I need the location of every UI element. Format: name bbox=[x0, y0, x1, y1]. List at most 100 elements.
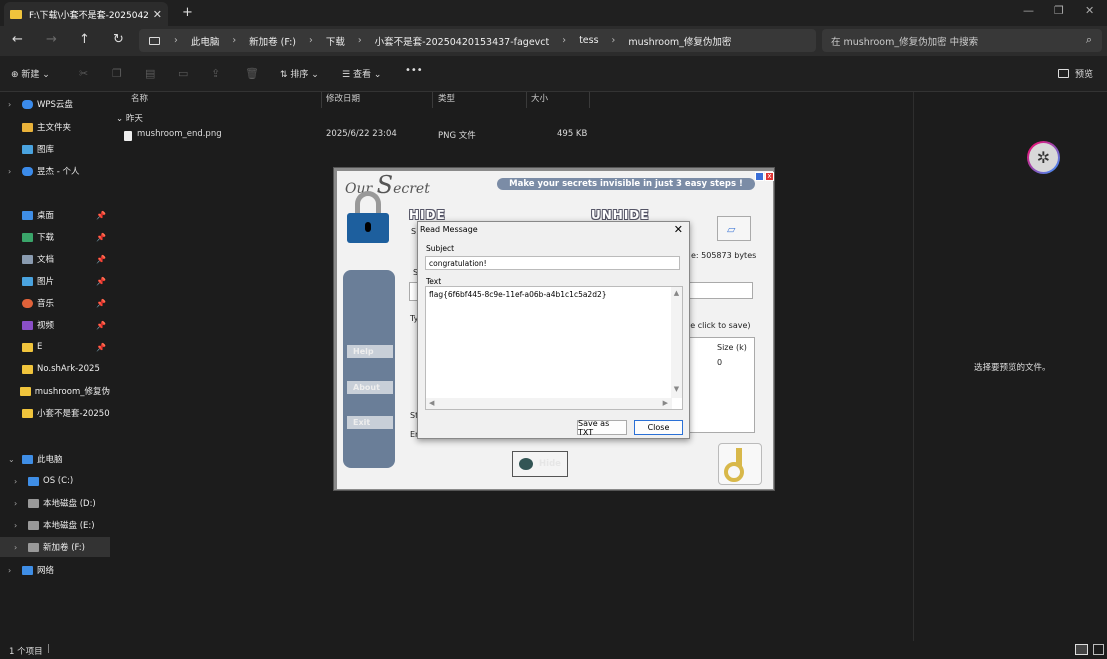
sidebar-item-downloads[interactable]: 下载 📌 bbox=[0, 227, 110, 247]
chevron-right-icon[interactable]: › bbox=[8, 100, 18, 109]
hide-button[interactable]: Hide bbox=[512, 451, 568, 477]
breadcrumb-current-folder[interactable]: mushroom_修复伪加密 bbox=[628, 34, 731, 48]
sidebar-item-music[interactable]: 音乐 📌 bbox=[0, 293, 110, 313]
sidebar-item-desktop[interactable]: 桌面 📌 bbox=[0, 205, 110, 225]
breadcrumb-this-pc[interactable]: 此电脑 bbox=[191, 34, 220, 48]
scroll-right-icon[interactable]: ▶ bbox=[663, 399, 668, 407]
tab-close-icon[interactable]: ✕ bbox=[153, 8, 162, 21]
column-header-type[interactable]: 类型 bbox=[438, 92, 455, 104]
column-header-name[interactable]: 名称 bbox=[131, 92, 148, 104]
tiles-view-icon[interactable] bbox=[1093, 644, 1104, 655]
sidebar-item-documents[interactable]: 文档 📌 bbox=[0, 249, 110, 269]
details-view-icon[interactable] bbox=[1075, 644, 1088, 655]
vertical-scrollbar[interactable]: ▲ ▼ bbox=[671, 287, 682, 398]
subject-field[interactable]: congratulation! bbox=[425, 256, 680, 270]
avatar[interactable]: ✲ bbox=[1027, 141, 1060, 174]
up-button[interactable]: ↑ bbox=[79, 32, 90, 47]
rename-icon[interactable]: ▭ bbox=[178, 67, 188, 80]
forward-button[interactable]: → bbox=[46, 32, 57, 47]
more-options-button[interactable]: ••• bbox=[405, 65, 423, 76]
view-button[interactable]: ☰ 查看 ⌄ bbox=[342, 67, 381, 80]
maximize-button[interactable]: ❐ bbox=[1054, 4, 1064, 17]
breadcrumb-project-folder[interactable]: 小套不是套-20250420153437-fagevct bbox=[375, 34, 550, 48]
sidebar-item-shark[interactable]: No.shArk-2025 bbox=[0, 359, 110, 379]
sidebar-item-wps-cloud[interactable]: › WPS云盘 bbox=[0, 94, 110, 114]
sidebar-item-onedrive[interactable]: › 昱杰 - 个人 bbox=[0, 161, 110, 181]
sidebar-item-drive-f[interactable]: › 新加卷 (F:) bbox=[0, 537, 110, 557]
folder-icon: ▱ bbox=[727, 223, 736, 236]
message-text-area[interactable]: flag{6f6bf445-8c9e-11ef-a06b-a4b1c1c5a2d… bbox=[425, 286, 683, 410]
sidebar-item-drive-c[interactable]: › OS (C:) bbox=[0, 471, 110, 491]
sidebar-item-videos[interactable]: 视频 📌 bbox=[0, 315, 110, 335]
address-bar[interactable]: › 此电脑 › 新加卷 (F:) › 下载 › 小套不是套-2025042015… bbox=[139, 29, 816, 52]
paste-icon[interactable]: ▤ bbox=[145, 67, 155, 80]
close-window-button[interactable]: ✕ bbox=[1085, 4, 1094, 17]
horizontal-scrollbar[interactable]: ◀ ▶ bbox=[426, 398, 672, 409]
scroll-left-icon[interactable]: ◀ bbox=[429, 399, 434, 407]
drive-icon bbox=[28, 498, 39, 508]
breadcrumb-tess[interactable]: tess bbox=[579, 35, 598, 46]
sidebar-item-this-pc[interactable]: ⌄ 此电脑 bbox=[0, 449, 110, 469]
minimize-button[interactable]: — bbox=[1023, 4, 1034, 17]
chevron-right-icon[interactable]: › bbox=[14, 477, 24, 486]
copy-icon[interactable]: ❐ bbox=[112, 67, 122, 80]
scroll-down-icon[interactable]: ▼ bbox=[671, 385, 682, 393]
output-field[interactable] bbox=[689, 282, 753, 299]
refresh-button[interactable]: ↻ bbox=[113, 32, 124, 47]
back-button[interactable]: ← bbox=[12, 32, 23, 47]
navigation-pane: › WPS云盘 主文件夹 图库 › 昱杰 - 个人 桌面 📌 下载 📌 文档 📌 图片 📌 … bbox=[0, 92, 110, 641]
new-button[interactable]: ⊕ 新建 ⌄ bbox=[11, 67, 50, 80]
chevron-down-icon[interactable]: ⌄ bbox=[8, 455, 18, 464]
scroll-up-icon[interactable]: ▲ bbox=[671, 289, 682, 297]
chevron-right-icon[interactable]: › bbox=[8, 566, 18, 575]
sidebar-item-drive-e[interactable]: › 本地磁盘 (E:) bbox=[0, 515, 110, 535]
sidebar-item-home[interactable]: 主文件夹 bbox=[0, 117, 110, 137]
hidden-files-list[interactable]: Size (k) 0 bbox=[689, 337, 755, 433]
delete-icon[interactable]: 🗑 bbox=[245, 67, 259, 80]
new-tab-button[interactable]: + bbox=[182, 5, 193, 20]
explorer-tab[interactable]: F:\下载\小套不是套-2025042015 ✕ bbox=[4, 2, 168, 26]
sidebar-item-xiaotao[interactable]: 小套不是套-20250 bbox=[0, 403, 110, 423]
app-close-button[interactable]: x bbox=[765, 172, 774, 181]
group-header[interactable]: ⌄ 昨天 bbox=[116, 112, 143, 124]
column-header-size[interactable]: 大小 bbox=[531, 92, 548, 104]
chevron-right-icon[interactable]: › bbox=[14, 521, 24, 530]
close-button[interactable]: Close bbox=[634, 420, 683, 435]
help-button[interactable]: Help bbox=[347, 345, 393, 358]
chevron-right-icon[interactable]: › bbox=[8, 167, 18, 176]
pin-icon[interactable]: 📌 bbox=[96, 343, 106, 352]
breadcrumb-drive-f[interactable]: 新加卷 (F:) bbox=[249, 34, 296, 48]
folder-icon bbox=[22, 364, 33, 374]
breadcrumb-downloads[interactable]: 下载 bbox=[326, 34, 345, 48]
drive-icon bbox=[28, 542, 39, 552]
exit-button[interactable]: Exit bbox=[347, 416, 393, 429]
sort-label: 排序 bbox=[290, 70, 309, 80]
sidebar-item-network[interactable]: › 网络 bbox=[0, 560, 110, 580]
search-box[interactable]: 在 mushroom_修复伪加密 中搜索 ⌕ bbox=[822, 29, 1102, 52]
search-input[interactable]: 在 mushroom_修复伪加密 中搜索 bbox=[831, 34, 978, 48]
share-icon[interactable]: ⇪ bbox=[211, 67, 220, 80]
chevron-right-icon[interactable]: › bbox=[14, 499, 24, 508]
about-button[interactable]: About bbox=[347, 381, 393, 394]
cut-icon[interactable]: ✂ bbox=[79, 67, 88, 80]
sidebar-item-drive-d[interactable]: › 本地磁盘 (D:) bbox=[0, 493, 110, 513]
sidebar-item-folder-e[interactable]: E 📌 bbox=[0, 337, 110, 357]
pin-icon[interactable]: 📌 bbox=[96, 277, 106, 286]
pin-icon[interactable]: 📌 bbox=[96, 211, 106, 220]
sidebar-item-pictures[interactable]: 图片 📌 bbox=[0, 271, 110, 291]
sidebar-item-mushroom[interactable]: mushroom_修复伪 bbox=[0, 381, 110, 401]
app-minimize-button[interactable] bbox=[755, 172, 764, 181]
sort-button[interactable]: ⇅ 排序 ⌄ bbox=[280, 67, 319, 80]
pin-icon[interactable]: 📌 bbox=[96, 233, 106, 242]
preview-pane-button[interactable]: 预览 bbox=[1058, 67, 1093, 80]
pin-icon[interactable]: 📌 bbox=[96, 321, 106, 330]
sidebar-item-gallery[interactable]: 图库 bbox=[0, 139, 110, 159]
save-as-txt-button[interactable]: Save as TXT bbox=[577, 419, 627, 437]
breadcrumb-separator: › bbox=[309, 35, 313, 46]
pin-icon[interactable]: 📌 bbox=[96, 299, 106, 308]
pin-icon[interactable]: 📌 bbox=[96, 255, 106, 264]
column-header-modified[interactable]: 修改日期 bbox=[326, 92, 360, 104]
dialog-close-icon[interactable]: ✕ bbox=[674, 223, 683, 236]
open-file-button[interactable]: ▱ bbox=[717, 216, 751, 241]
chevron-right-icon[interactable]: › bbox=[14, 543, 24, 552]
